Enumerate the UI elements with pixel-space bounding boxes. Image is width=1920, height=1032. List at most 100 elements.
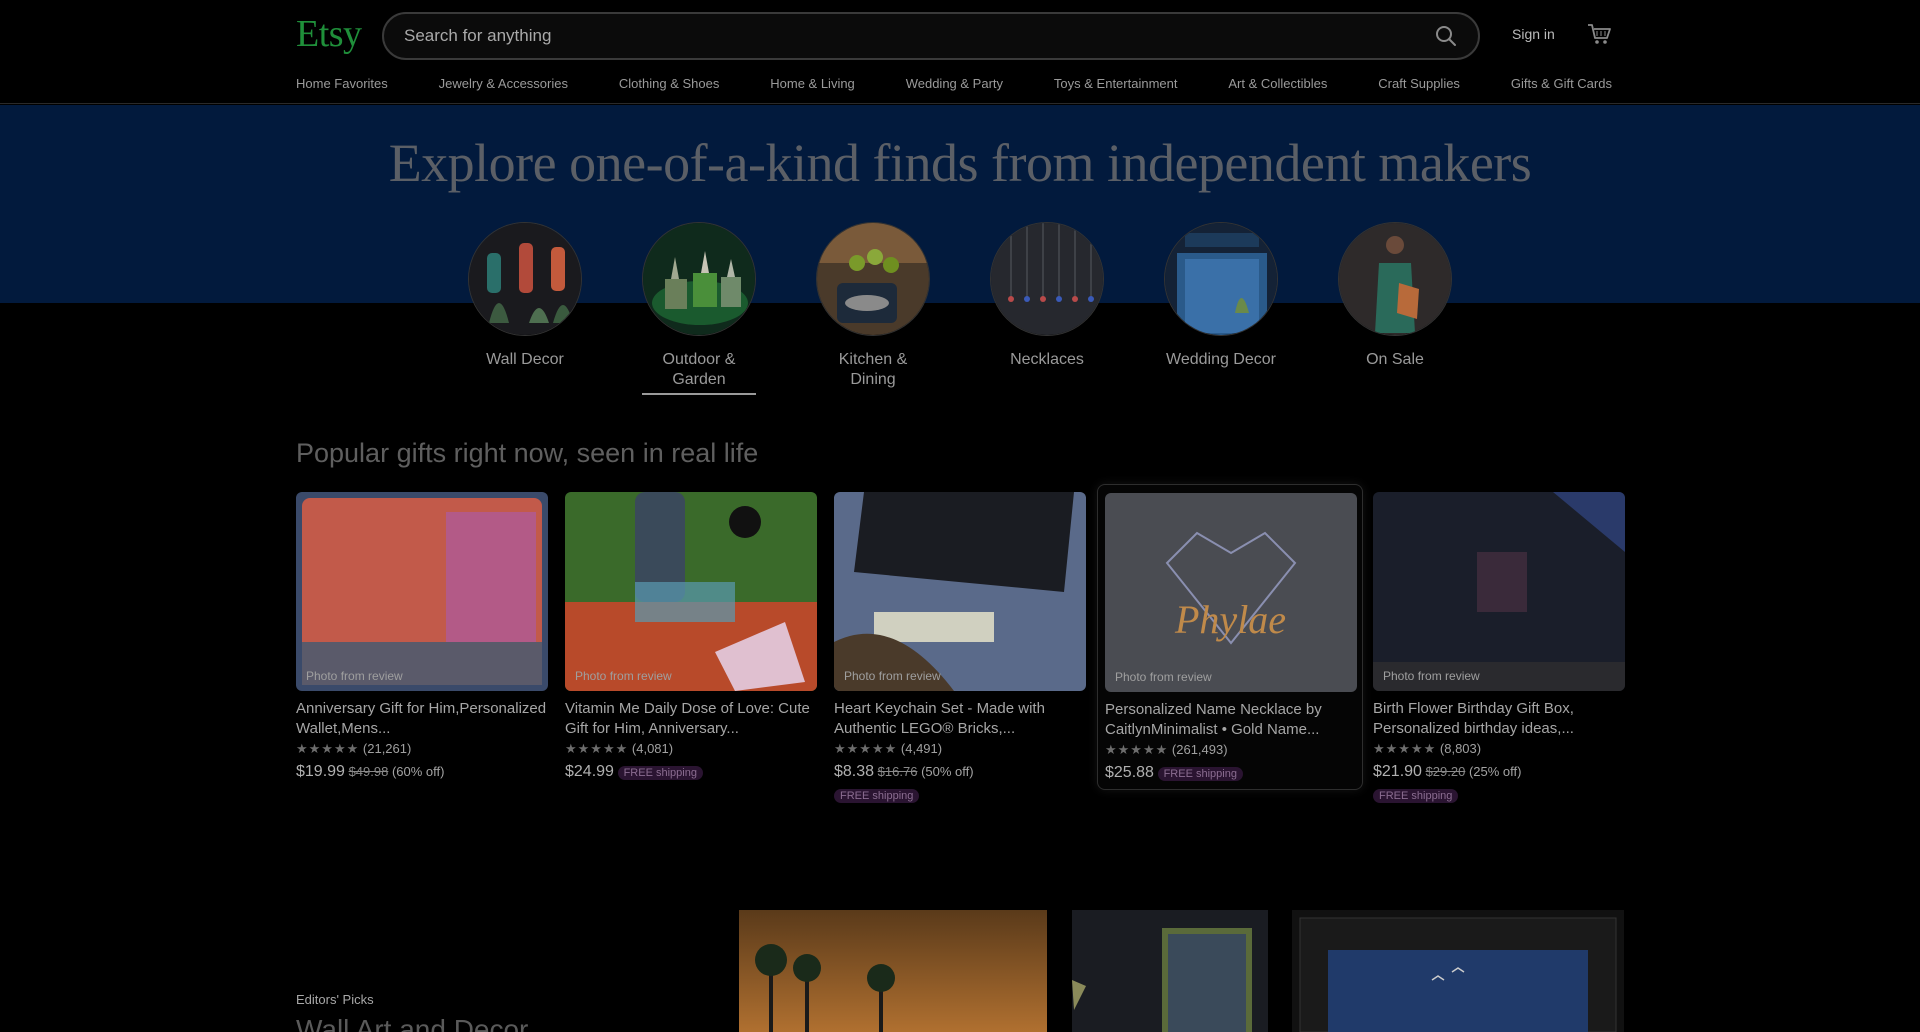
rating-row: ★★★★★ (4,081) [565,741,817,759]
nav-craft-supplies[interactable]: Craft Supplies [1378,76,1460,96]
price: $8.38 [834,763,875,780]
original-price: $16.76 [877,764,918,779]
nav-gifts-gift-cards[interactable]: Gifts & Gift Cards [1511,76,1612,96]
free-shipping-badge: FREE shipping [617,766,703,780]
original-price: $29.20 [1425,764,1466,779]
free-shipping-badge: FREE shipping [1373,789,1459,803]
free-shipping-badge: FREE shipping [834,789,920,803]
price-row: $21.90 $29.20 (25% off) [1373,763,1625,783]
discount: (50% off) [921,764,974,779]
product-image[interactable]: Photo from review [1373,492,1625,691]
product-image[interactable]: Photo from review [296,492,548,691]
product-title[interactable]: Vitamin Me Daily Dose of Love: Cute Gift… [565,699,817,739]
editors-picks-title: Wall Art and Decor [296,1014,529,1032]
circle-outdoor-garden[interactable]: Outdoor & Garden [642,222,756,390]
active-circle-underline [642,393,756,395]
photo-from-review-badge: Photo from review [844,669,941,683]
svg-text:Phylae: Phylae [1174,597,1286,642]
product-card[interactable]: Photo from review Vitamin Me Daily Dose … [565,492,817,783]
circle-image [1164,222,1278,336]
product-title[interactable]: Anniversary Gift for Him,Personalized Wa… [296,699,548,739]
nav-wedding-party[interactable]: Wedding & Party [906,76,1003,96]
shipping-row: FREE shipping [834,787,1086,807]
discount: (25% off) [1468,764,1522,779]
product-card[interactable]: Photo from review Anniversary Gift for H… [296,492,548,783]
category-nav: Home Favorites Jewelry & Accessories Clo… [296,76,1612,96]
nav-home-living[interactable]: Home & Living [770,76,855,96]
review-count: (4,081) [631,741,674,756]
free-shipping-badge: FREE shipping [1157,767,1243,781]
review-count: (21,261) [362,741,412,756]
editor-pick-image[interactable] [1292,910,1624,1032]
price-row: $25.88 FREE shipping [1105,764,1355,784]
sign-in-link[interactable]: Sign in [1512,26,1555,42]
photo-from-review-badge: Photo from review [306,669,403,683]
search-bar[interactable] [382,12,1480,60]
star-rating-icon: ★★★★★ [1373,741,1437,756]
product-card[interactable]: Photo from review Birth Flower Birthday … [1373,492,1625,807]
rating-row: ★★★★★ (4,491) [834,741,1086,759]
circle-label: Wall Decor [486,351,564,368]
shipping-row: FREE shipping [1373,787,1625,807]
nav-toys-entertainment[interactable]: Toys & Entertainment [1054,76,1178,96]
product-title[interactable]: Birth Flower Birthday Gift Box, Personal… [1373,699,1625,739]
circle-label: On Sale [1366,351,1424,368]
circle-label: Outdoor & Garden [662,351,736,388]
star-rating-icon: ★★★★★ [565,741,629,756]
star-rating-icon: ★★★★★ [834,741,898,756]
star-rating-icon: ★★★★★ [296,741,360,756]
price-row: $24.99 FREE shipping [565,763,817,783]
circle-image [816,222,930,336]
price-row: $19.99 $49.98 (60% off) [296,763,548,783]
review-count: (4,491) [900,741,943,756]
popular-section-title: Popular gifts right now, seen in real li… [296,438,759,468]
product-card-hovered[interactable]: Phylae Photo from review Personalized Na… [1097,484,1363,790]
circle-wall-decor[interactable]: Wall Decor [468,222,582,370]
circle-wedding-decor[interactable]: Wedding Decor [1164,222,1278,370]
price: $21.90 [1373,763,1422,780]
product-image[interactable]: Photo from review [565,492,817,691]
circle-on-sale[interactable]: On Sale [1338,222,1452,370]
circle-image [990,222,1104,336]
circle-kitchen-dining[interactable]: Kitchen & Dining [816,222,930,390]
star-rating-icon: ★★★★★ [1105,742,1169,757]
circle-label: Wedding Decor [1166,351,1276,368]
price: $24.99 [565,763,614,780]
etsy-logo[interactable]: Etsy [296,12,362,56]
nav-jewelry-accessories[interactable]: Jewelry & Accessories [439,76,568,96]
nav-clothing-shoes[interactable]: Clothing & Shoes [619,76,719,96]
editor-pick-image[interactable] [739,910,1047,1032]
product-title[interactable]: Heart Keychain Set - Made with Authentic… [834,699,1086,739]
review-count: (8,803) [1439,741,1482,756]
review-count: (261,493) [1171,742,1228,757]
photo-from-review-badge: Photo from review [1383,669,1480,683]
hero-title: Explore one-of-a-kind finds from indepen… [388,133,1532,193]
product-image[interactable]: Photo from review [834,492,1086,691]
circle-label: Necklaces [1010,351,1084,368]
photo-from-review-badge: Photo from review [1115,670,1212,684]
discount: (60% off) [391,764,445,779]
circle-image [642,222,756,336]
photo-from-review-badge: Photo from review [575,669,672,683]
price: $25.88 [1105,764,1154,781]
cart-icon[interactable] [1586,22,1612,46]
rating-row: ★★★★★ (21,261) [296,741,548,759]
nav-art-collectibles[interactable]: Art & Collectibles [1228,76,1327,96]
search-icon[interactable] [1434,24,1458,48]
circle-image [1338,222,1452,336]
nav-home-favorites[interactable]: Home Favorites [296,76,388,96]
circle-label: Kitchen & Dining [838,351,908,388]
circle-necklaces[interactable]: Necklaces [990,222,1104,370]
product-card[interactable]: Photo from review Heart Keychain Set - M… [834,492,1086,807]
rating-row: ★★★★★ (261,493) [1105,742,1355,760]
editor-pick-image[interactable] [1072,910,1268,1032]
editors-picks-label: Editors' Picks [296,992,374,1007]
rating-row: ★★★★★ (8,803) [1373,741,1625,759]
circle-image [468,222,582,336]
price-row: $8.38 $16.76 (50% off) [834,763,1086,783]
product-title[interactable]: Personalized Name Necklace by CaitlynMin… [1105,700,1355,740]
search-input[interactable] [402,14,1402,58]
product-image[interactable]: Phylae Photo from review [1105,493,1357,692]
site-header: Etsy Sign in Home Favorites Jewelry & Ac… [0,0,1920,104]
original-price: $49.98 [348,764,389,779]
